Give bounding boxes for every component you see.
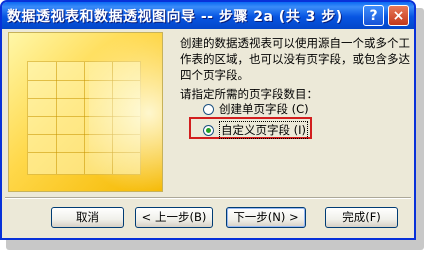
title-bar[interactable]: 数据透视表和数据透视图向导 -- 步骤 2a (共 3 步) ? × (2, 2, 414, 29)
button-separator (5, 197, 411, 199)
back-button[interactable]: < 上一步(B) (135, 207, 213, 228)
option-single-page-field[interactable]: 创建单页字段 (C) (203, 101, 309, 117)
close-button[interactable]: × (388, 5, 409, 26)
next-button[interactable]: 下一步(N) > (226, 207, 306, 228)
finish-button[interactable]: 完成(F) (325, 207, 398, 228)
cancel-button[interactable]: 取消 (51, 207, 124, 228)
wizard-dialog: 数据透视表和数据透视图向导 -- 步骤 2a (共 3 步) ? × 创建的数据… (0, 0, 416, 240)
help-button[interactable]: ? (363, 5, 384, 26)
option-single-label: 创建单页字段 (C) (219, 102, 309, 116)
window-title: 数据透视表和数据透视图向导 -- 步骤 2a (共 3 步) (7, 9, 343, 25)
option-custom-label: 自定义页字段 (I) (219, 121, 309, 139)
radio-single-page-field[interactable] (203, 103, 214, 115)
page-field-prompt: 请指定所需的页字段数目： (180, 87, 318, 101)
description-text: 创建的数据透视表可以使用源自一个或多个工作表的区域，也可以没有页字段，或包含多达… (180, 36, 410, 82)
illustration-glow (89, 33, 162, 191)
wizard-illustration (8, 32, 163, 192)
option-custom-page-field[interactable]: 自定义页字段 (I) (203, 121, 309, 139)
radio-custom-page-field[interactable] (203, 124, 214, 136)
dialog-body: 创建的数据透视表可以使用源自一个或多个工作表的区域，也可以没有页字段，或包含多达… (5, 29, 411, 235)
